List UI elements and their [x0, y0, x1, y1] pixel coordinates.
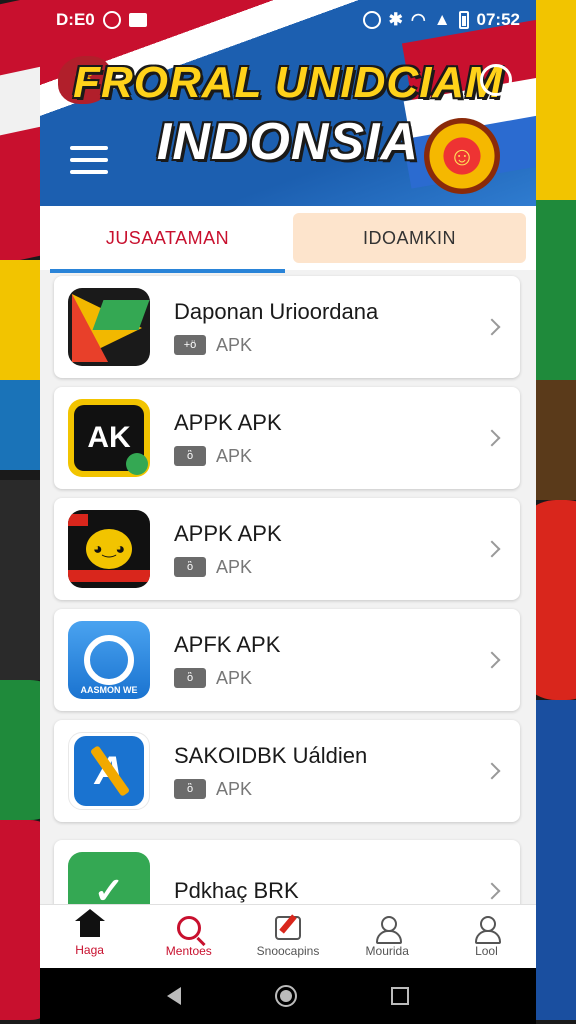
apk-badge-icon: +ö	[174, 335, 206, 355]
play-store-app-icon	[68, 288, 150, 366]
apk-badge-icon: ὃ	[174, 557, 206, 577]
nav-label: Haga	[75, 942, 104, 957]
battery-icon	[458, 11, 469, 29]
wifi-icon: ◠	[410, 10, 426, 29]
alarm-icon	[362, 11, 381, 29]
status-time-left: D:E0	[56, 10, 95, 29]
app-name: APFK APK	[174, 631, 281, 657]
tab-bar: JUSAATAMAN IDOAMKIN	[40, 206, 536, 273]
bottom-navigation: Haga Mentoes Snoocapins Mourida Lool	[40, 904, 536, 968]
apk-badge-icon: ὃ	[174, 668, 206, 688]
app-type: APK	[216, 556, 253, 577]
signal-icon: ▲	[433, 10, 451, 29]
app-name: Pdkhaç BRK	[174, 878, 299, 903]
nav-label: Lool	[475, 943, 498, 958]
recent-apps-icon[interactable]	[391, 987, 409, 1005]
user-location-icon	[375, 915, 403, 944]
home-circle-icon[interactable]	[275, 985, 297, 1007]
tab-idoamkin[interactable]: IDOAMKIN	[293, 213, 526, 263]
app-name: APPK APK	[174, 409, 282, 435]
app-name: SAKOIDBK Uáldien	[174, 742, 368, 768]
mascot-app-icon: ◕‿◕	[68, 510, 150, 588]
app-icon-caption: AASMON WE	[80, 685, 138, 695]
app-type: APK	[216, 334, 253, 355]
list-item[interactable]: A SAKOIDBK Uáldien ὃ APK	[54, 720, 520, 822]
notification-icon	[102, 11, 121, 29]
app-type: APK	[216, 667, 253, 688]
nav-edit[interactable]: Snoocapins	[238, 905, 337, 968]
nav-profile[interactable]: Lool	[437, 905, 536, 968]
nav-home[interactable]: Haga	[40, 905, 139, 968]
list-item[interactable]: ◕‿◕ APPK APK ὃ APK	[54, 498, 520, 600]
status-bar: D:E0 ✱ ◠ ▲ 07:52	[40, 0, 536, 40]
header-title-line1: FRORAL UNIDCIAM	[73, 58, 503, 107]
apk-badge-icon: ὃ	[174, 446, 206, 466]
bluetooth-icon: ✱	[388, 10, 403, 29]
hamburger-menu-button[interactable]	[70, 146, 108, 174]
back-icon[interactable]	[167, 987, 181, 1005]
list-item[interactable]: Daponan Urioordana +ö APK	[54, 276, 520, 378]
nav-label: Snoocapins	[256, 943, 320, 958]
image-notification-icon	[128, 13, 147, 27]
tab-jusaataman[interactable]: JUSAATAMAN	[50, 213, 285, 273]
status-time-right: 07:52	[476, 10, 520, 29]
search-icon	[176, 915, 201, 940]
header-title-line2: INDONSIA	[156, 113, 420, 171]
chat-ring-app-icon: AASMON WE	[68, 621, 150, 699]
home-icon	[74, 908, 105, 939]
edit-icon	[275, 915, 301, 940]
nav-label: Mentoes	[165, 943, 212, 958]
apk-badge-icon: ὃ	[174, 779, 206, 799]
list-item[interactable]: AK APPK APK ὃ APK	[54, 387, 520, 489]
app-type: APK	[216, 445, 253, 466]
list-item[interactable]: AASMON WE APFK APK ὃ APK	[54, 609, 520, 711]
app-name: APPK APK	[174, 520, 282, 546]
ak-app-icon: AK	[68, 399, 150, 477]
system-navigation-bar	[40, 968, 536, 1024]
app-list: Daponan Urioordana +ö APK AK APPK APK ὃ …	[54, 276, 522, 951]
phone-screen: ❦ ☺ FRORAL UNIDCIAM INDONSIA D:E0 ✱ ◠ ▲ …	[40, 0, 536, 1024]
app-store-icon: A	[68, 732, 150, 810]
search-icon[interactable]	[480, 64, 512, 96]
nav-search[interactable]: Mentoes	[139, 905, 238, 968]
nav-location[interactable]: Mourida	[338, 905, 437, 968]
app-name: Daponan Urioordana	[174, 298, 379, 324]
app-type: APK	[216, 778, 253, 799]
nav-label: Mourida	[365, 943, 409, 958]
profile-icon	[474, 915, 502, 944]
